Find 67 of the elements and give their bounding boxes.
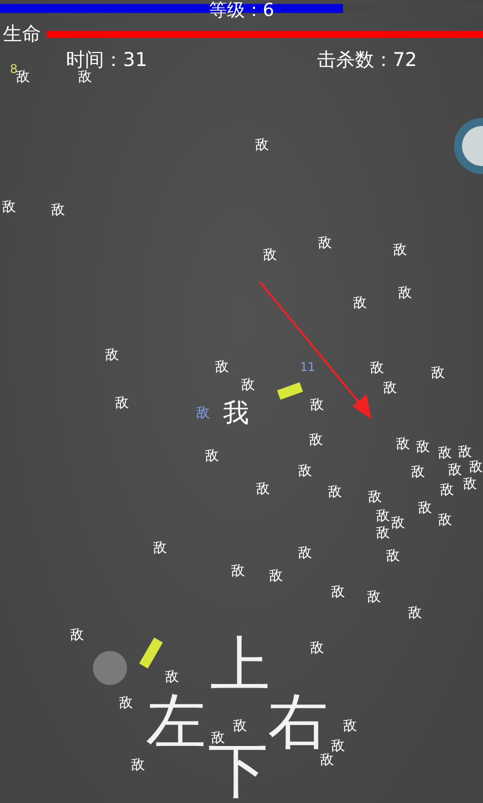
damage-number: 11: [300, 360, 316, 374]
enemy: 敌: [376, 508, 390, 524]
enemy: 敌: [241, 377, 255, 393]
enemy: 敌: [309, 432, 323, 448]
enemy: 敌: [368, 489, 382, 505]
enemy: 敌: [298, 463, 312, 479]
direction-button[interactable]: 左: [146, 691, 206, 753]
enemy: 敌: [418, 500, 432, 516]
player: 我: [223, 398, 249, 430]
enemy: 敌: [431, 365, 445, 381]
enemy: 敌: [331, 738, 345, 754]
enemy: 敌: [440, 482, 454, 498]
enemy: 敌: [463, 476, 477, 492]
enemy: 敌: [153, 540, 167, 556]
enemy: 敌: [367, 589, 381, 605]
enemy: 敌: [196, 405, 210, 421]
enemy: 敌: [328, 484, 342, 500]
enemy: 敌: [16, 69, 30, 85]
enemy: 敌: [131, 757, 145, 773]
enemy: 敌: [231, 563, 245, 579]
enemy: 敌: [386, 548, 400, 564]
enemy: 敌: [298, 545, 312, 561]
enemy: 敌: [408, 605, 422, 621]
enemy: 敌: [393, 242, 407, 258]
enemy: 敌: [438, 445, 452, 461]
enemy: 敌: [391, 515, 405, 531]
enemy: 敌: [458, 444, 472, 460]
direction-button[interactable]: 右: [268, 691, 328, 753]
enemy: 敌: [263, 247, 277, 263]
enemy: 敌: [211, 730, 225, 746]
enemy: 敌: [2, 199, 16, 215]
enemy: 敌: [411, 464, 425, 480]
time-label: 时间：31: [66, 48, 148, 71]
enemy: 敌: [320, 752, 334, 768]
enemy: 敌: [269, 568, 283, 584]
enemy: 敌: [205, 448, 219, 464]
enemy: 敌: [115, 395, 129, 411]
kill-count: 击杀数：72: [316, 48, 417, 72]
life-label: 生命: [2, 22, 41, 47]
enemy: 敌: [51, 202, 65, 218]
enemy: 敌: [331, 584, 345, 600]
enemy: 敌: [353, 295, 367, 311]
enemy: 敌: [383, 380, 397, 396]
enemy: 敌: [70, 627, 84, 643]
enemy: 敌: [165, 669, 179, 685]
enemy: 敌: [256, 481, 270, 497]
direction-button[interactable]: 上: [210, 634, 270, 696]
enemy: 敌: [215, 359, 229, 375]
enemy: 敌: [416, 439, 430, 455]
enemy: 敌: [119, 695, 133, 711]
enemy: 敌: [310, 640, 324, 656]
enemy: 敌: [233, 718, 247, 734]
enemy: 敌: [78, 69, 92, 85]
enemy: 敌: [396, 436, 410, 452]
enemy: 敌: [469, 459, 483, 475]
enemy: 敌: [398, 285, 412, 301]
enemy: 敌: [105, 347, 119, 363]
enemy: 敌: [448, 462, 462, 478]
enemy: 敌: [438, 512, 452, 528]
enemy: 敌: [310, 397, 324, 413]
damage-number: 8: [10, 62, 18, 76]
joystick-icon: [92, 650, 128, 686]
enemy: 敌: [370, 360, 384, 376]
enemy: 敌: [376, 525, 390, 541]
enemy: 敌: [255, 137, 269, 153]
enemy: 敌: [343, 718, 357, 734]
enemy: 敌: [318, 235, 332, 251]
